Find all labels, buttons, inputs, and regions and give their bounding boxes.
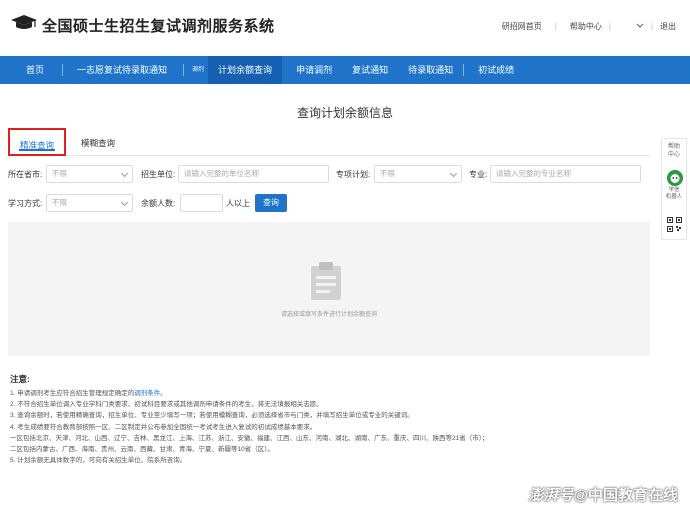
watermark: 澎湃号@中国教育在线 (528, 484, 678, 505)
side-help-line1: 帮助 (667, 144, 680, 150)
qr-code-icon[interactable] (667, 217, 682, 232)
side-robot[interactable]: 学信 机器人 (662, 187, 686, 201)
nav-adjust-label: 调剂 (192, 67, 205, 73)
note-line: 3. 查询余额时，若使用精确查询，招生单位、专业至少填写一项；若使用模糊查询，必… (10, 412, 414, 420)
logout-link[interactable]: 退出 (660, 21, 676, 32)
empty-hint: 请选择或填写条件进行计划余额查询 (280, 312, 377, 318)
main-nav: 首页 一志愿复试待录取通知 调剂 计划余额查询 申请调剂 复试通知 待录取通知 … (0, 56, 690, 84)
yanzhao-home-link[interactable]: 研招网首页 (502, 21, 542, 32)
balance-count-input[interactable] (180, 194, 223, 212)
notes-section: 注意: 1. 申请调剂考生应符合招生管理规定确定的调剂条件。 2. 不符合招生单… (10, 373, 650, 466)
side-panel: 帮助 中心 学信 机器人 (661, 138, 687, 240)
nav-first-choice-notice[interactable]: 一志愿复试待录取通知 (63, 56, 183, 84)
tab-fuzzy-query[interactable]: 模糊查询 (78, 128, 118, 156)
note-text: 1. 申请调剂考生应符合招生管理规定确定的 (10, 390, 135, 397)
balance-count-label: 余额人数: (141, 199, 176, 208)
note-line: 5. 计划余额无具体数字的，可向有关招生单位、院系所咨询。 (10, 457, 187, 465)
nav-apply-adjust[interactable]: 申请调剂 (282, 56, 342, 84)
watermark-text: @中国教育在线 (573, 487, 678, 504)
query-tabs: 精准查询 模糊查询 (8, 128, 650, 156)
chevron-down-icon (120, 169, 129, 178)
page-heading: 查询计划余额信息 (296, 106, 393, 120)
chevron-down-icon (636, 23, 644, 28)
side-robot-line1: 学信 (668, 187, 680, 193)
chevron-down-icon (449, 169, 458, 178)
study-mode-select[interactable]: 不限 (46, 194, 133, 212)
result-area: 请选择或填写条件进行计划余额查询 (8, 222, 650, 356)
nav-home[interactable]: 首页 (0, 56, 62, 84)
study-mode-label: 学习方式: (8, 199, 43, 208)
empty-clipboard-icon (311, 262, 341, 300)
nav-retest-notice[interactable]: 复试通知 (342, 56, 398, 84)
help-center-link[interactable]: 帮助中心 (570, 21, 602, 32)
special-plan-select[interactable]: 不限 (374, 165, 462, 183)
query-button[interactable]: 查询 (255, 194, 287, 212)
chevron-down-icon (120, 198, 129, 207)
user-dropdown[interactable] (636, 22, 644, 31)
note-line: 1. 申请调剂考生应符合招生管理规定确定的调剂条件。 (10, 388, 650, 399)
robot-icon[interactable] (667, 170, 683, 186)
balance-count-suffix: 人以上 (226, 199, 250, 208)
nav-initial-scores[interactable]: 初试成绩 (464, 56, 524, 84)
link-separator: | (608, 21, 611, 31)
note-line: 二区包括内蒙古、广西、海南、贵州、云南、西藏、甘肃、青海、宁夏、新疆等10省（区… (10, 446, 274, 454)
site-title: 全国硕士生招生复试调剂服务系统 (42, 18, 275, 35)
unit-label: 招生单位: (141, 170, 176, 179)
top-links: 研招网首页 | 帮助中心 | | 退出 (502, 19, 690, 33)
major-label: 专业: (469, 170, 488, 179)
link-separator: | (650, 21, 653, 31)
side-help-center[interactable]: 帮助 中心 (662, 143, 686, 159)
province-select[interactable]: 不限 (46, 165, 133, 183)
note-line: 2. 不符合招生单位调入专业学科门类要求、初试科目要求或其他调剂申请条件的考生，… (10, 401, 323, 409)
side-help-line2: 中心 (667, 152, 680, 158)
site-header: 全国硕士生招生复试调剂服务系统 研招网首页 | 帮助中心 | | 退出 (0, 0, 690, 54)
note-text: 。 (160, 390, 167, 397)
special-plan-select-value: 不限 (380, 169, 395, 178)
nav-plan-balance[interactable]: 计划余额查询 (208, 56, 283, 84)
side-robot-line2: 机器人 (665, 194, 683, 200)
adjust-conditions-link[interactable]: 调剂条件 (134, 390, 160, 397)
note-line: 一区包括北京、天津、河北、山西、辽宁、吉林、黑龙江、上海、江苏、浙江、安徽、福建… (10, 434, 489, 442)
unit-input[interactable]: 请输入完整的单位名称 (178, 165, 329, 183)
major-input[interactable]: 请输入完整的专业名称 (490, 165, 641, 183)
graduation-cap-icon (11, 15, 37, 29)
watermark-brand: 澎湃号 (528, 487, 574, 504)
special-plan-label: 专项计划: (336, 170, 371, 179)
link-separator: | (554, 21, 557, 31)
nav-pending-admission[interactable]: 待录取通知 (398, 56, 463, 84)
active-tab-underline (19, 149, 55, 151)
tab-exact-query[interactable]: 精准查询 (8, 128, 66, 156)
note-line: 4. 考生成绩要符合教育部按照一区、二区制定并公布参加全国统一考试考生进入复试的… (10, 423, 317, 431)
province-select-value: 不限 (52, 169, 67, 178)
notes-title: 注意: (10, 374, 30, 384)
province-label: 所在省市: (8, 170, 43, 179)
study-mode-select-value: 不限 (52, 198, 67, 207)
